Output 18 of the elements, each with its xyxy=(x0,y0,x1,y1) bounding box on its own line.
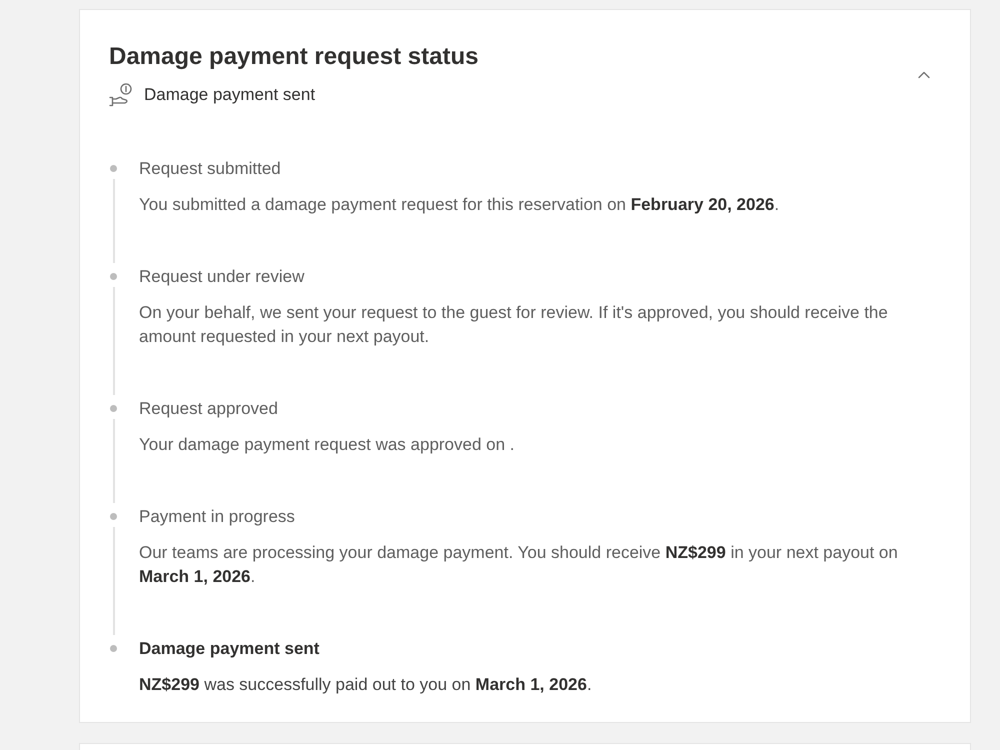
step-description: You submitted a damage payment request for this reservation on February 20, 2026. xyxy=(139,194,780,216)
card-title: Damage payment request status xyxy=(109,42,478,72)
step-description: NZ$299 was successfully paid out to you on March 1, 2026. xyxy=(139,674,593,696)
step-title: Payment in progress xyxy=(139,506,296,528)
timeline-dot-icon xyxy=(110,273,117,280)
step-title: Request approved xyxy=(139,398,279,420)
timeline-dot-icon xyxy=(110,405,117,412)
step-description: Your damage payment request was approved on . xyxy=(139,434,516,456)
step-title: Damage payment sent xyxy=(139,638,320,660)
step-description: Our teams are processing your damage payment. You should receive NZ$299 in your next payout on March 1, 2026. xyxy=(139,542,899,588)
timeline-dot-icon xyxy=(110,645,117,652)
status-text: Damage payment sent xyxy=(144,84,316,106)
step-title: Request under review xyxy=(139,266,306,288)
step-description: On your behalf, we sent your request to the guest for review. If it's approved, you should receive the amount requested in your next payout. xyxy=(139,302,889,348)
hand-coin-icon xyxy=(109,83,133,107)
step-title: Request submitted xyxy=(139,158,282,180)
timeline-dot-icon xyxy=(110,165,117,172)
timeline-dot-icon xyxy=(110,513,117,520)
